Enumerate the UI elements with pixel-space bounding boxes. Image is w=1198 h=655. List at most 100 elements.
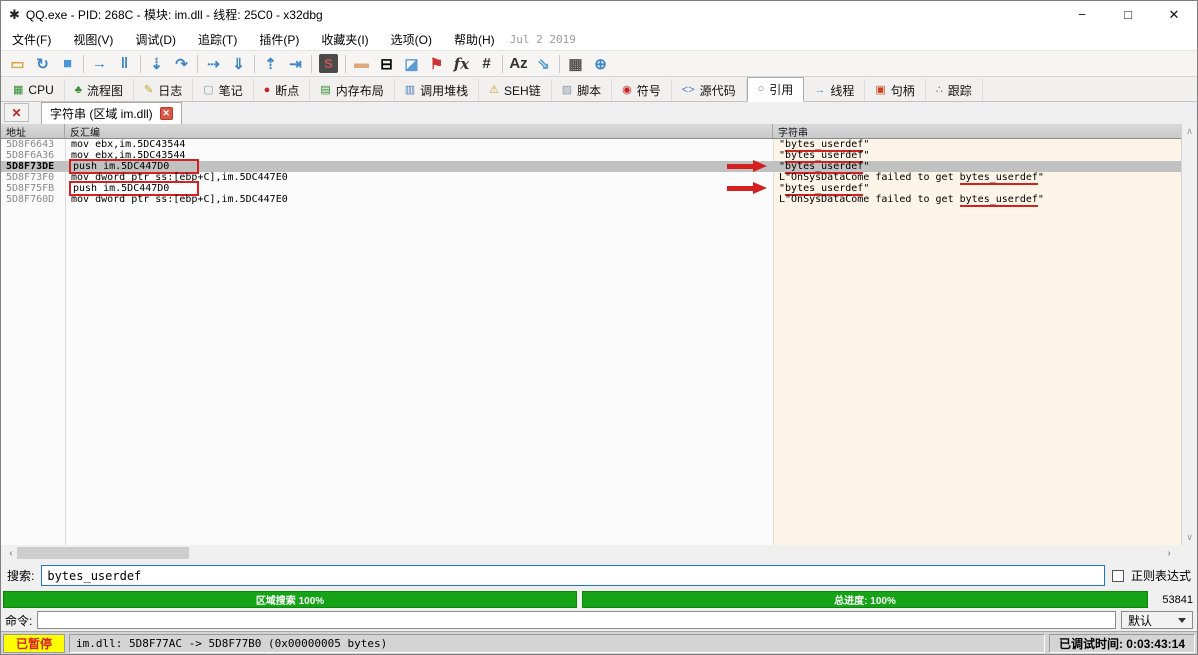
graph-icon: ♣ (75, 85, 82, 96)
menu-item-0[interactable]: 文件(F) (1, 28, 62, 50)
subtab-close-icon[interactable]: ✕ (160, 107, 173, 120)
reference-subtab-bar: ✕ 字符串 (区域 im.dll) ✕ (1, 102, 1197, 124)
main-tab-bar: ▦CPU♣流程图✎日志▢笔记●断点▤内存布局▥调用堆栈⚠SEH链▧脚本◉符号<>… (1, 77, 1197, 102)
vertical-scrollbar[interactable]: ∧ ∨ (1181, 124, 1197, 545)
tab-log[interactable]: ✎日志 (134, 79, 193, 101)
scylla-icon[interactable]: S (319, 54, 338, 73)
text-encoding-icon[interactable]: Az (506, 52, 531, 75)
table-header: 地址 反汇编 字符串 (1, 124, 1181, 139)
tab-notes[interactable]: ▢笔记 (193, 79, 253, 101)
minimize-button[interactable]: − (1059, 1, 1105, 28)
table-row[interactable]: 5D8F6643mov ebx,im.5DC43544"bytes_userde… (1, 139, 1181, 150)
region-search-progressbar: 区域搜索 100% (3, 591, 577, 608)
restart-icon[interactable]: ↻ (30, 52, 55, 75)
row-address: 5D8F73F0 (1, 172, 65, 183)
menu-item-7[interactable]: 帮助(H) (443, 28, 506, 50)
step-into-icon[interactable]: ⇣ (144, 52, 169, 75)
menu-item-4[interactable]: 插件(P) (248, 28, 310, 50)
string-text: L"OnSysDataCome failed to get (779, 172, 960, 183)
tab-seh[interactable]: ⚠SEH链 (479, 79, 552, 101)
tab-breakpoints[interactable]: ●断点 (254, 79, 311, 101)
tab-label-handles: 句柄 (891, 82, 915, 99)
command-input[interactable] (37, 611, 1116, 629)
status-bar: 已暂停 im.dll: 5D8F77AC -> 5D8F77B0 (0x0000… (1, 631, 1197, 654)
menu-item-3[interactable]: 追踪(T) (187, 28, 248, 50)
run-icon[interactable]: → (87, 52, 112, 75)
labels-icon[interactable]: ◪ (399, 52, 424, 75)
tab-symbols[interactable]: ◉符号 (612, 79, 672, 101)
maximize-button[interactable]: □ (1105, 1, 1151, 28)
open-file-icon[interactable]: ▭ (5, 52, 30, 75)
tab-trace[interactable]: ∴跟踪 (926, 79, 983, 101)
tab-source[interactable]: <>源代码 (672, 79, 747, 101)
stop-icon[interactable]: ■ (55, 52, 80, 75)
step-out-icon[interactable]: ⇡ (258, 52, 283, 75)
world-icon[interactable]: ⊕ (588, 52, 613, 75)
column-header-address[interactable]: 地址 (1, 124, 65, 138)
tab-handles[interactable]: ▣句柄 (865, 79, 925, 101)
row-address: 5D8F75FB (1, 183, 65, 194)
attach-icon[interactable]: ⇘ (531, 52, 556, 75)
row-disassembly: mov ebx,im.5DC43544 (65, 139, 773, 150)
menu-item-2[interactable]: 调试(D) (124, 28, 187, 50)
tab-references[interactable]: ○引用 (747, 77, 805, 102)
row-address: 5D8F6A36 (1, 150, 65, 161)
run-to-user-code-icon[interactable]: ⇥ (283, 52, 308, 75)
search-input[interactable] (41, 565, 1105, 586)
column-header-disassembly[interactable]: 反汇编 (65, 124, 773, 138)
command-profile-dropdown[interactable]: 默认 (1121, 611, 1193, 629)
bookmarks-icon[interactable]: ⚑ (424, 52, 449, 75)
column-header-string[interactable]: 字符串 (773, 124, 1181, 138)
row-string: L"OnSysDataCome failed to get bytes_user… (773, 172, 1181, 183)
table-row[interactable]: 5D8F75FBpush im.5DC447D0"bytes_userdef" (1, 183, 1181, 194)
row-disassembly: mov dword ptr ss:[ebp+C],im.5DC447E0 (65, 194, 773, 205)
command-label: 命令: (5, 612, 32, 629)
subtab-strings-im-dll[interactable]: 字符串 (区域 im.dll) ✕ (41, 102, 182, 124)
tab-call-stack[interactable]: ▥调用堆栈 (395, 79, 479, 101)
menu-item-6[interactable]: 选项(O) (380, 28, 443, 50)
row-disassembly: push im.5DC447D0 (65, 161, 773, 172)
row-disassembly: push im.5DC447D0 (65, 183, 773, 194)
status-message: im.dll: 5D8F77AC -> 5D8F77B0 (0x00000005… (69, 634, 1045, 653)
pause-icon[interactable]: ‖ (112, 52, 137, 75)
menu-item-5[interactable]: 收藏夹(I) (310, 28, 379, 50)
regex-checkbox[interactable] (1112, 570, 1124, 582)
scroll-down-icon[interactable]: ∨ (1186, 532, 1193, 543)
horizontal-scroll-thumb[interactable] (17, 547, 189, 559)
scroll-up-icon[interactable]: ∧ (1186, 126, 1193, 137)
functions-icon[interactable]: fx (449, 52, 474, 75)
table-row[interactable]: 5D8F6A36mov ebx,im.5DC43544"bytes_userde… (1, 150, 1181, 161)
memory-map-icon: ▤ (320, 85, 330, 96)
tab-label-log: 日志 (158, 82, 182, 99)
execute-till-return-icon[interactable]: ⇓ (226, 52, 251, 75)
scroll-right-icon[interactable]: › (1161, 545, 1177, 561)
debug-time: 已调试时间: 0:03:43:14 (1049, 634, 1195, 653)
cpu-icon: ▦ (13, 85, 23, 96)
tab-cpu[interactable]: ▦CPU (3, 79, 65, 101)
row-string: "bytes_userdef" (773, 161, 1181, 172)
patches-icon[interactable]: ▬ (349, 52, 374, 75)
tab-graph[interactable]: ♣流程图 (65, 79, 134, 101)
table-row[interactable]: 5D8F73F0mov dword ptr ss:[ebp+C],im.5DC4… (1, 172, 1181, 183)
menu-bar-items: 文件(F)视图(V)调试(D)追踪(T)插件(P)收藏夹(I)选项(O)帮助(H… (1, 28, 506, 50)
disassembly-text: push im.5DC447D0 (71, 161, 197, 172)
tab-script[interactable]: ▧脚本 (552, 79, 612, 101)
calculator-icon[interactable]: ▦ (563, 52, 588, 75)
close-all-tabs-button[interactable]: ✕ (4, 103, 29, 122)
horizontal-scrollbar[interactable]: ‹ › (1, 545, 1197, 561)
close-button[interactable]: ✕ (1151, 1, 1197, 28)
menu-item-1[interactable]: 视图(V) (62, 28, 124, 50)
row-string: "bytes_userdef" (773, 183, 1181, 194)
table-row[interactable]: 5D8F73DEpush im.5DC447D0"bytes_userdef" (1, 161, 1181, 172)
tab-label-threads: 线程 (830, 82, 854, 99)
hash-icon[interactable]: # (474, 52, 499, 75)
run-to-cursor-icon[interactable]: ⇢ (201, 52, 226, 75)
tab-threads[interactable]: →线程 (804, 79, 865, 101)
tab-memory-map[interactable]: ▤内存布局 (310, 79, 394, 101)
highlighted-match: bytes_userdef (960, 194, 1038, 207)
string-text: " (863, 139, 869, 150)
step-over-icon[interactable]: ↷ (169, 52, 194, 75)
comments-icon[interactable]: ⊟ (374, 52, 399, 75)
table-row[interactable]: 5D8F760Dmov dword ptr ss:[ebp+C],im.5DC4… (1, 194, 1181, 205)
dropdown-value: 默认 (1128, 612, 1152, 629)
